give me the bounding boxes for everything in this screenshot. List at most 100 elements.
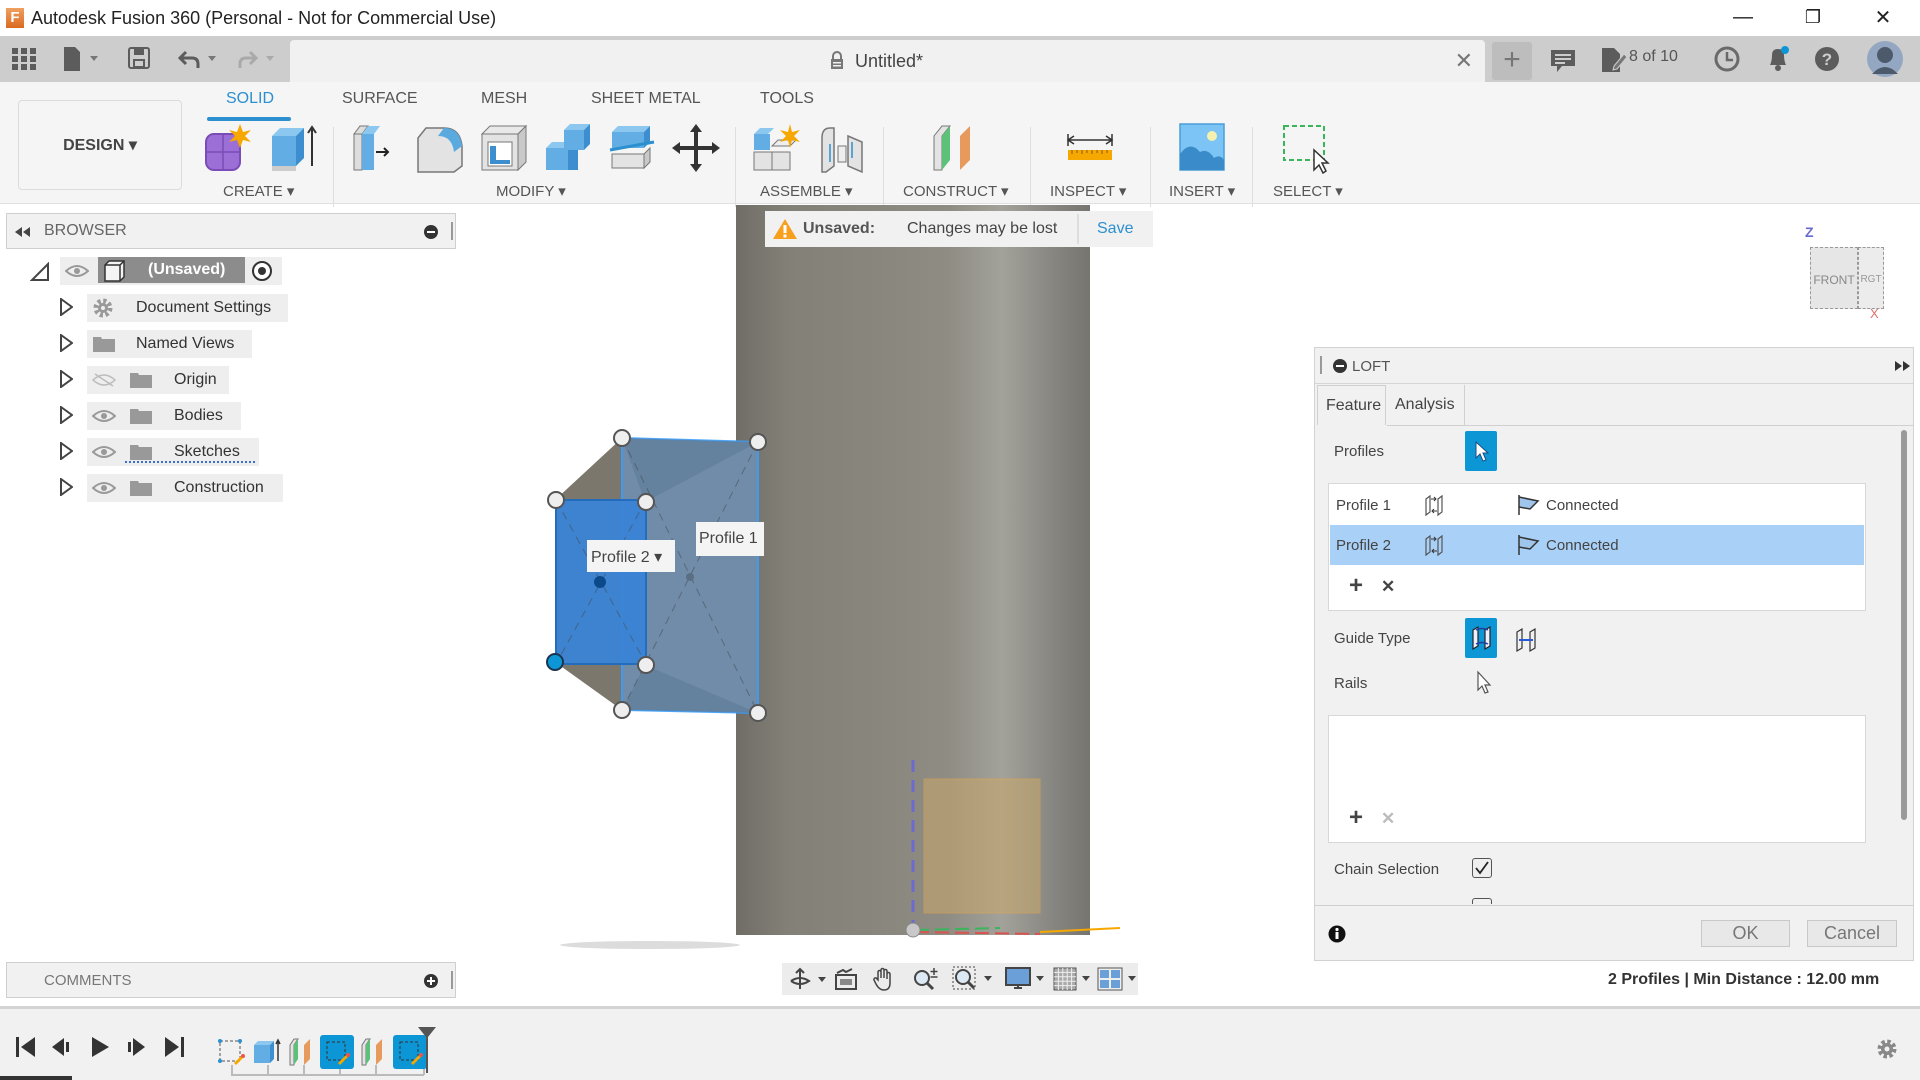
redo-icon[interactable] [236,48,278,74]
expand-document-settings-icon[interactable] [59,298,73,316]
last-icon[interactable] [162,1035,186,1059]
panel-resize-handle[interactable] [451,971,453,989]
insert-image-icon[interactable] [1176,122,1228,174]
extrude-icon[interactable] [268,122,320,174]
flip-direction-icon[interactable] [1422,493,1446,517]
viewcube-front-face[interactable]: FRONT [1810,247,1858,309]
shell-icon[interactable] [478,122,530,174]
minimize-dialog-icon[interactable] [1333,359,1347,373]
create-form-icon[interactable] [202,122,254,174]
close-window-button[interactable]: ✕ [1852,0,1914,34]
info-icon[interactable] [1328,925,1346,943]
fillet-icon[interactable] [414,122,466,174]
flip-direction-icon[interactable] [1422,533,1446,557]
remove-profile-button[interactable]: ✕ [1381,577,1395,597]
move-icon[interactable] [670,122,722,174]
connected-end-condition-icon[interactable] [1516,493,1542,517]
ok-button[interactable]: OK [1701,920,1790,947]
offset-plane-icon[interactable] [930,122,982,174]
grid-icon[interactable] [1052,966,1096,992]
document-tab[interactable]: Untitled* ✕ [290,40,1485,82]
remove-rail-button[interactable]: ✕ [1381,809,1395,829]
expand-named-views-icon[interactable] [59,334,73,352]
comments-icon[interactable] [1550,49,1576,73]
rails-select-cursor-icon[interactable] [1475,670,1495,698]
tab-sheet-metal[interactable]: SHEET METAL [591,90,701,108]
eye-icon[interactable] [65,264,89,278]
expand-sketches-icon[interactable] [59,442,73,460]
combine-icon[interactable] [542,122,594,174]
construct-group-label[interactable]: CONSTRUCT ▾ [903,182,1009,200]
timeline-settings-icon[interactable] [1875,1037,1899,1061]
tab-mesh[interactable]: MESH [481,90,527,108]
dialog-drag-handle[interactable] [1320,356,1322,374]
browser-item-named-views[interactable]: Named Views [87,330,252,358]
profile-1-label[interactable]: Profile 1 [696,522,764,556]
tab-tools[interactable]: TOOLS [760,90,814,108]
collapse-root-icon[interactable] [30,262,50,282]
restore-button[interactable]: ❐ [1782,0,1844,34]
assemble-group-label[interactable]: ASSEMBLE ▾ [760,182,853,200]
chain-selection-checkbox[interactable] [1472,858,1492,878]
tab-feature[interactable]: Feature [1317,385,1386,425]
timeline-sketch-feature-active[interactable] [320,1035,354,1069]
browser-item-bodies[interactable]: Bodies [87,402,241,430]
create-group-label[interactable]: CREATE ▾ [223,182,294,200]
partial-checkbox[interactable] [1472,898,1492,904]
history-icon[interactable] [1714,46,1740,72]
add-profile-button[interactable]: + [1349,572,1363,600]
split-body-icon[interactable] [606,122,658,174]
expand-dialog-icon[interactable] [1895,361,1911,371]
eye-hidden-icon[interactable] [92,373,116,387]
browser-item-document-settings[interactable]: Document Settings [87,294,288,322]
expand-construction-icon[interactable] [59,478,73,496]
tab-solid[interactable]: SOLID [226,90,274,108]
close-tab-button[interactable]: ✕ [1455,48,1473,74]
profile-2-label[interactable]: Profile 2 ▾ [587,540,675,572]
undo-icon[interactable] [178,48,220,74]
pan-icon[interactable] [872,966,896,992]
inspect-group-label[interactable]: INSPECT ▾ [1050,182,1126,200]
next-icon[interactable] [124,1035,148,1059]
fit-icon[interactable] [952,966,996,992]
collapse-panel-icon[interactable] [14,226,32,238]
new-tab-button[interactable]: + [1492,42,1532,80]
insert-group-label[interactable]: INSERT ▾ [1169,182,1235,200]
add-rail-button[interactable]: + [1349,804,1363,832]
display-settings-icon[interactable] [1004,966,1048,992]
timeline-marker[interactable] [418,1027,436,1075]
notifications-icon[interactable] [1765,45,1791,73]
minimize-button[interactable]: — [1712,0,1774,34]
timeline-sketch-feature[interactable] [214,1035,248,1069]
eye-icon[interactable] [92,445,116,459]
profile-status[interactable]: Connected [1546,537,1619,554]
save-icon[interactable] [128,47,150,73]
workspace-switcher[interactable]: DESIGN ▾ [18,100,182,190]
eye-icon[interactable] [92,409,116,423]
zoom-icon[interactable] [912,966,940,992]
browser-item-construction[interactable]: Construction [87,474,283,502]
user-avatar[interactable] [1866,40,1904,78]
previous-icon[interactable] [50,1035,74,1059]
file-icon[interactable] [62,46,102,72]
joint-icon[interactable] [816,122,868,174]
connected-end-condition-icon[interactable] [1516,533,1542,557]
tab-analysis[interactable]: Analysis [1387,385,1465,425]
timeline-plane-feature[interactable] [286,1035,320,1069]
eye-icon[interactable] [92,481,116,495]
help-icon[interactable]: ? [1814,46,1840,72]
orbit-icon[interactable] [788,967,828,991]
jobs-count[interactable]: 8 of 10 [1629,48,1678,66]
press-pull-icon[interactable] [350,122,402,174]
dialog-scrollbar[interactable] [1901,430,1907,820]
cancel-button[interactable]: Cancel [1807,920,1897,947]
select-window-icon[interactable] [1280,122,1332,174]
data-panel-icon[interactable] [12,48,36,74]
expand-origin-icon[interactable] [59,370,73,388]
expand-bodies-icon[interactable] [59,406,73,424]
viewports-icon[interactable] [1096,966,1140,992]
cylinder-body[interactable] [736,205,1090,935]
guide-type-rails-button[interactable] [1465,618,1497,658]
loft-header[interactable]: LOFT [1315,348,1913,384]
first-icon[interactable] [14,1035,38,1059]
